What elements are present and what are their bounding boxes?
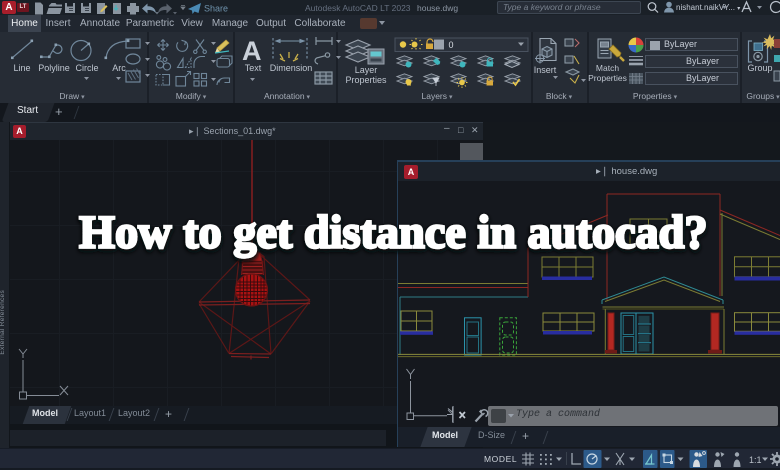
svg-text:0: 0 — [449, 40, 454, 50]
svg-text:Share: Share — [204, 4, 228, 14]
svg-text:1:1: 1:1 — [749, 455, 762, 465]
svg-text:How to get distance in autocad: How to get distance in autocad? — [79, 206, 708, 258]
svg-text:A: A — [242, 36, 262, 66]
